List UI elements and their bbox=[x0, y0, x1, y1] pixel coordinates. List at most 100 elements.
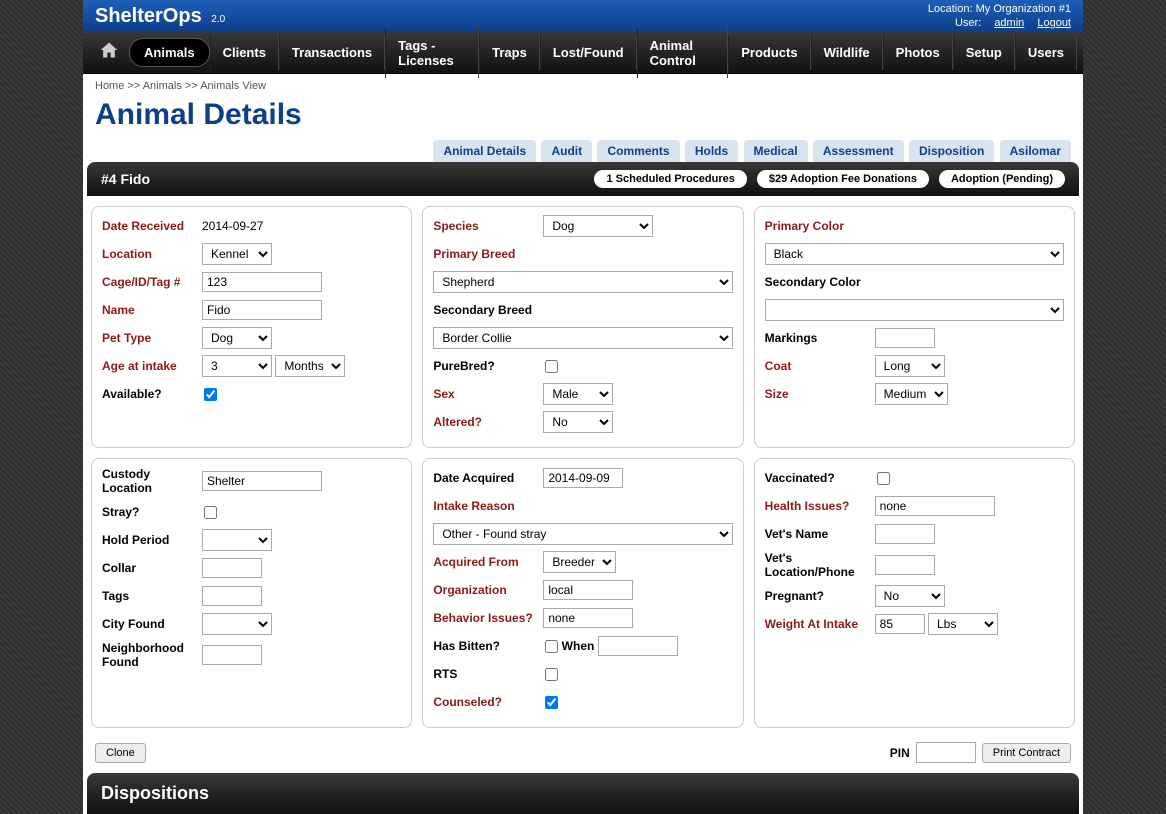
sex-select[interactable]: Male bbox=[543, 383, 613, 405]
menu-wildlife[interactable]: Wildlife bbox=[811, 35, 883, 70]
tab-disposition[interactable]: Disposition bbox=[909, 140, 994, 162]
home-icon[interactable] bbox=[89, 40, 129, 66]
date-acquired-label: Date Acquired bbox=[433, 471, 543, 485]
weight-unit-select[interactable]: Lbs bbox=[928, 613, 998, 635]
pill-adoption-pending[interactable]: Adoption (Pending) bbox=[939, 170, 1065, 188]
tags-input[interactable] bbox=[202, 586, 262, 606]
acquired-from-label: Acquired From bbox=[433, 555, 543, 569]
altered-select[interactable]: No bbox=[543, 411, 613, 433]
when-input[interactable] bbox=[598, 636, 678, 656]
primary-color-label: Primary Color bbox=[765, 219, 1064, 233]
pill-adoption-fee[interactable]: $29 Adoption Fee Donations bbox=[757, 170, 929, 188]
menu-traps[interactable]: Traps bbox=[479, 35, 540, 70]
vaccinated-label: Vaccinated? bbox=[765, 471, 875, 485]
available-checkbox[interactable] bbox=[204, 388, 217, 401]
age-unit-select[interactable]: Months bbox=[275, 355, 345, 377]
pregnant-select[interactable]: No bbox=[875, 585, 945, 607]
health-issues-input[interactable] bbox=[875, 496, 995, 516]
custody-input[interactable] bbox=[202, 471, 322, 491]
city-label: City Found bbox=[102, 617, 202, 631]
page-title: Animal Details bbox=[83, 98, 1083, 138]
primary-color-select[interactable]: Black bbox=[765, 243, 1064, 265]
primary-breed-select[interactable]: Shepherd bbox=[433, 271, 732, 293]
date-acquired-input[interactable] bbox=[543, 468, 623, 488]
user-link[interactable]: admin bbox=[994, 17, 1024, 29]
size-select[interactable]: Medium bbox=[875, 383, 948, 405]
menu-users[interactable]: Users bbox=[1015, 35, 1077, 70]
location-value: My Organization #1 bbox=[976, 3, 1071, 15]
pin-label: PIN bbox=[890, 746, 910, 760]
menu-lost-found[interactable]: Lost/Found bbox=[540, 35, 637, 70]
markings-input[interactable] bbox=[875, 328, 935, 348]
crumb-home[interactable]: Home bbox=[95, 80, 124, 92]
clone-button[interactable]: Clone bbox=[95, 743, 146, 763]
acquired-from-select[interactable]: Breeder bbox=[543, 551, 616, 573]
vaccinated-checkbox[interactable] bbox=[877, 472, 890, 485]
location-select[interactable]: Kennel bbox=[202, 243, 272, 265]
menu-transactions[interactable]: Transactions bbox=[279, 35, 385, 70]
brand-text: ShelterOps bbox=[95, 5, 202, 27]
crumb-animals-view[interactable]: Animals View bbox=[200, 80, 266, 92]
tab-holds[interactable]: Holds bbox=[685, 140, 738, 162]
tab-medical[interactable]: Medical bbox=[744, 140, 808, 162]
location-field-label: Location bbox=[102, 247, 202, 261]
tab-comments[interactable]: Comments bbox=[597, 140, 679, 162]
purebred-checkbox[interactable] bbox=[545, 360, 558, 373]
vet-name-input[interactable] bbox=[875, 524, 935, 544]
menu-photos[interactable]: Photos bbox=[883, 35, 953, 70]
when-label: When bbox=[562, 639, 595, 653]
species-select[interactable]: Dog bbox=[543, 215, 653, 237]
name-input[interactable] bbox=[202, 300, 322, 320]
available-label: Available? bbox=[102, 387, 202, 401]
behavior-label: Behavior Issues? bbox=[433, 611, 543, 625]
behavior-input[interactable] bbox=[543, 608, 633, 628]
secondary-color-select[interactable] bbox=[765, 299, 1064, 321]
organization-input[interactable] bbox=[543, 580, 633, 600]
secondary-breed-select[interactable]: Border Collie bbox=[433, 327, 732, 349]
logout-link[interactable]: Logout bbox=[1037, 17, 1071, 29]
menu-clients[interactable]: Clients bbox=[210, 35, 279, 70]
hold-select[interactable] bbox=[202, 529, 272, 551]
neighborhood-input[interactable] bbox=[202, 645, 262, 665]
pet-type-select[interactable]: Dog bbox=[202, 327, 272, 349]
tab-asilomar[interactable]: Asilomar bbox=[1000, 140, 1071, 162]
panel-breed-info: SpeciesDog Primary Breed Shepherd Second… bbox=[422, 206, 743, 448]
age-value-select[interactable]: 3 bbox=[202, 355, 272, 377]
pill-scheduled-procedures[interactable]: 1 Scheduled Procedures bbox=[594, 170, 746, 188]
intake-reason-select[interactable]: Other - Found stray bbox=[433, 523, 732, 545]
intake-reason-label: Intake Reason bbox=[433, 499, 732, 513]
rts-checkbox[interactable] bbox=[545, 668, 558, 681]
cage-input[interactable] bbox=[202, 272, 322, 292]
stray-checkbox[interactable] bbox=[204, 506, 217, 519]
bitten-checkbox[interactable] bbox=[545, 640, 558, 653]
pin-input[interactable] bbox=[916, 742, 976, 763]
health-issues-label: Health Issues? bbox=[765, 499, 875, 513]
crumb-animals[interactable]: Animals bbox=[143, 80, 182, 92]
weight-input[interactable] bbox=[875, 614, 925, 634]
panel-health: Vaccinated? Health Issues? Vet's Name Ve… bbox=[754, 458, 1075, 728]
menu-animals[interactable]: Animals bbox=[129, 38, 210, 67]
menu-animal-control[interactable]: Animal Control bbox=[637, 28, 729, 78]
vet-location-input[interactable] bbox=[875, 555, 935, 575]
print-contract-button[interactable]: Print Contract bbox=[982, 743, 1071, 763]
dispositions-header: Dispositions bbox=[87, 773, 1079, 814]
tab-assessment[interactable]: Assessment bbox=[813, 140, 904, 162]
coat-select[interactable]: Long bbox=[875, 355, 945, 377]
pet-type-label: Pet Type bbox=[102, 331, 202, 345]
collar-input[interactable] bbox=[202, 558, 262, 578]
organization-label: Organization bbox=[433, 583, 543, 597]
pregnant-label: Pregnant? bbox=[765, 589, 875, 603]
tab-animal-details[interactable]: Animal Details bbox=[433, 140, 536, 162]
top-bar: ShelterOps 2.0 Location: My Organization… bbox=[83, 0, 1083, 32]
tab-audit[interactable]: Audit bbox=[541, 140, 592, 162]
name-label: Name bbox=[102, 303, 202, 317]
counseled-checkbox[interactable] bbox=[545, 696, 558, 709]
city-select[interactable] bbox=[202, 613, 272, 635]
counseled-label: Counseled? bbox=[433, 695, 543, 709]
menu-tags-licenses[interactable]: Tags - Licenses bbox=[385, 28, 479, 78]
form-footer: Clone PIN Print Contract bbox=[83, 738, 1083, 773]
menu-setup[interactable]: Setup bbox=[953, 35, 1015, 70]
menu-products[interactable]: Products bbox=[728, 35, 810, 70]
vet-location-label: Vet's Location/Phone bbox=[765, 551, 875, 579]
breadcrumb: Home >> Animals >> Animals View bbox=[83, 74, 1083, 98]
